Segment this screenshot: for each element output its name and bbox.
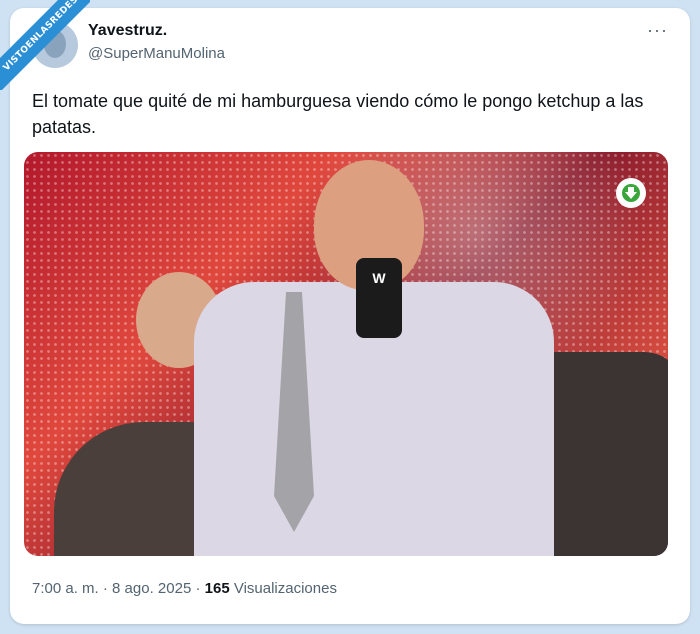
watermark-ribbon-clip: VISTOENLASREDES <box>0 0 90 90</box>
meta-separator: · <box>191 580 205 597</box>
tweet-image[interactable]: W <box>24 152 668 556</box>
more-options-button[interactable]: ··· <box>647 20 668 41</box>
microphone-logo: W <box>372 270 386 286</box>
tweet-text: El tomate que quité de mi hamburguesa vi… <box>32 91 644 137</box>
views-count[interactable]: 165 <box>205 580 230 597</box>
tweet-meta: 7:00 a. m. · 8 ago. 2025 · 165 Visualiza… <box>32 580 337 597</box>
watermark-ribbon: VISTOENLASREDES <box>0 0 90 90</box>
meta-separator: · <box>98 580 113 597</box>
display-name[interactable]: Yavestruz. <box>88 22 167 40</box>
tweet-card: Yavestruz. @SuperManuMolina ··· El tomat… <box>10 8 690 624</box>
user-handle[interactable]: @SuperManuMolina <box>88 45 225 62</box>
download-arrow-glyph <box>622 184 640 202</box>
tweet-time[interactable]: 7:00 a. m. <box>32 580 99 597</box>
views-label: Visualizaciones <box>229 580 337 597</box>
tweet-date[interactable]: 8 ago. 2025 <box>112 580 191 597</box>
download-arrow-icon[interactable] <box>616 178 646 208</box>
